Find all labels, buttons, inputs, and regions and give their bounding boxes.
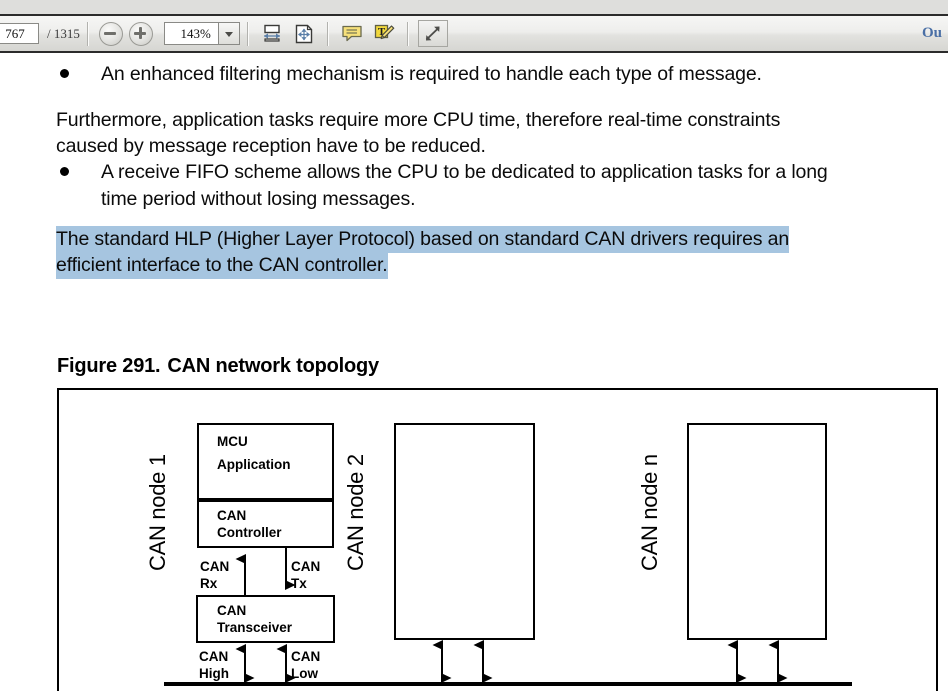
fullscreen-button[interactable] xyxy=(417,20,448,47)
mcu-box-label-line-2: Application xyxy=(217,457,291,472)
transceiver-box-label-line-2: Transceiver xyxy=(217,620,293,635)
controller-box-label-line-2: Controller xyxy=(217,525,282,540)
zoom-out-button[interactable] xyxy=(98,21,123,46)
figure-caption: Figure 291. CAN network topology xyxy=(57,355,379,378)
can-low-label-line-1: CAN xyxy=(291,649,321,664)
highlight-text-button[interactable]: T xyxy=(370,21,398,47)
node2-vertical-label: CAN node 2 xyxy=(343,454,368,571)
can-bus-line xyxy=(164,682,852,686)
bullet-text-1: An enhanced filtering mechanism is requi… xyxy=(101,63,762,85)
fit-width-button[interactable] xyxy=(258,21,286,47)
zoom-level-value[interactable]: 143% xyxy=(164,23,218,44)
toolbar-separator-1 xyxy=(86,21,89,46)
zoom-in-button[interactable] xyxy=(128,21,153,46)
text-highlight-pencil-icon: T xyxy=(374,24,395,39)
figure-frame: CAN node 1 MCU Application CAN Controlle… xyxy=(57,388,938,691)
sticky-note-comment-icon xyxy=(342,25,362,42)
can-node-2-box xyxy=(394,423,535,640)
noden-vertical-label: CAN node n xyxy=(637,454,662,571)
page-number-input[interactable]: 767 xyxy=(0,23,39,44)
bullet-text-2-line-2: time period without losing messages. xyxy=(101,188,416,210)
can-network-topology-diagram: CAN node 1 MCU Application CAN Controlle… xyxy=(59,390,936,691)
toolbar-separator-3 xyxy=(326,21,329,46)
zoom-dropdown-button[interactable] xyxy=(217,23,239,44)
highlighted-text-line-2: efficient interface to the CAN controlle… xyxy=(56,252,388,279)
minus-icon xyxy=(103,31,116,35)
can-rx-label-line-2: Rx xyxy=(200,576,218,591)
toolbar-separator-4 xyxy=(406,21,409,46)
fit-page-button[interactable] xyxy=(290,21,318,47)
can-tx-label-line-2: Tx xyxy=(291,576,307,591)
figure-caption-title: CAN network topology xyxy=(167,355,379,377)
pdf-page-content: An enhanced filtering mechanism is requi… xyxy=(0,55,948,691)
toolbar-separator-2 xyxy=(246,21,249,46)
can-node-n-box xyxy=(687,423,827,640)
page-total-label: / 1315 xyxy=(47,25,80,41)
fit-width-icon xyxy=(263,24,280,42)
controller-box-label-line-1: CAN xyxy=(217,508,247,523)
bullet-marker-1 xyxy=(60,69,69,78)
outline-panel-label[interactable]: Ou xyxy=(922,25,942,42)
window-title-strip xyxy=(0,0,948,16)
mcu-box-label-line-1: MCU xyxy=(217,434,248,449)
can-high-label-line-1: CAN xyxy=(199,649,229,664)
bullet-marker-2 xyxy=(60,167,69,176)
node1-vertical-label: CAN node 1 xyxy=(145,454,170,571)
transceiver-box-label-line-1: CAN xyxy=(217,603,247,618)
can-low-label-line-2: Low xyxy=(291,666,318,681)
highlighted-paragraph-cont: efficient interface to the CAN controlle… xyxy=(56,249,936,281)
can-tx-label-line-1: CAN xyxy=(291,559,321,574)
pdf-viewer-toolbar: 767 / 1315 143% T Ou xyxy=(0,16,948,53)
plus-icon-vertical xyxy=(138,26,142,39)
fit-page-icon xyxy=(295,24,313,43)
fullscreen-expand-icon xyxy=(425,26,440,41)
can-rx-label-line-1: CAN xyxy=(200,559,230,574)
figure-caption-number: Figure 291. xyxy=(57,355,161,377)
can-high-label-line-2: High xyxy=(199,666,229,681)
zoom-level-combobox[interactable]: 143% xyxy=(163,22,240,45)
chevron-down-icon xyxy=(224,32,233,37)
add-comment-button[interactable] xyxy=(338,21,366,47)
